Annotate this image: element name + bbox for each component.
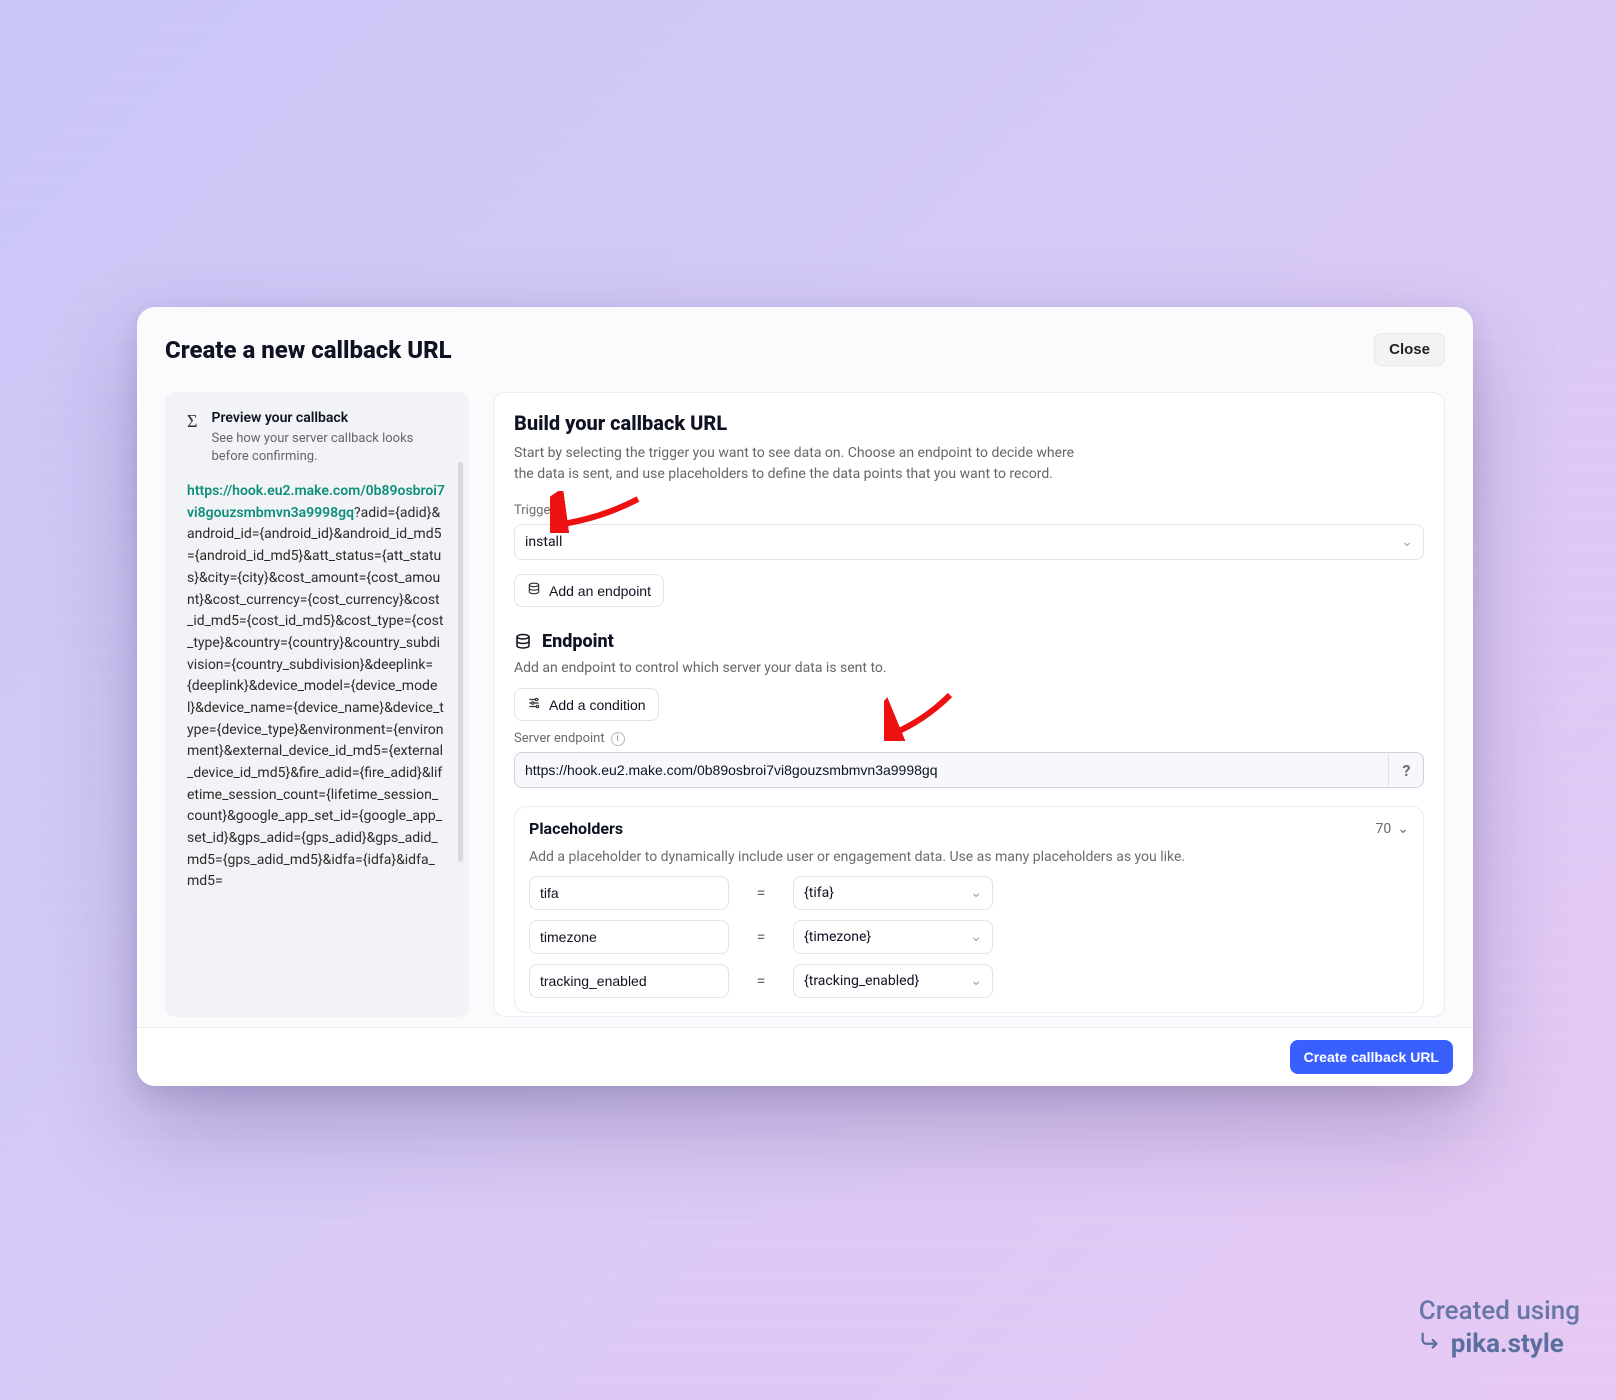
info-icon[interactable]: i [611,732,625,746]
chevron-down-icon: ⌄ [970,929,982,945]
preview-url[interactable]: https://hook.eu2.make.com/0b89osbroi7vi8… [187,481,451,893]
placeholder-key-input[interactable] [529,964,729,998]
scrollbar[interactable] [458,462,463,862]
add-condition-button[interactable]: Add a condition [514,688,659,721]
placeholder-value-select[interactable]: {tracking_enabled} ⌄ [793,964,993,998]
help-button[interactable]: ? [1388,752,1424,788]
modal-footer: Create callback URL [137,1027,1473,1086]
endpoint-sub: Add an endpoint to control which server … [514,660,1424,676]
add-condition-label: Add a condition [549,697,646,713]
trigger-value: install [525,534,562,550]
build-heading: Build your callback URL [514,411,1424,435]
chevron-down-icon: ⌄ [970,885,982,901]
equals-label: = [747,971,775,990]
trigger-label: Trigger [514,503,1424,518]
page-title: Create a new callback URL [165,336,452,364]
placeholders-panel: Placeholders 70 ⌄ Add a placeholder to d… [514,806,1424,1013]
placeholder-row: = {timezone} ⌄ [529,920,1409,954]
equals-label: = [747,883,775,902]
placeholder-key-input[interactable] [529,876,729,910]
create-callback-button[interactable]: Create callback URL [1290,1040,1453,1074]
placeholders-help: Add a placeholder to dynamically include… [529,848,1409,868]
placeholder-value-select[interactable]: {tifa} ⌄ [793,876,993,910]
build-lede: Start by selecting the trigger you want … [514,443,1084,485]
placeholder-row: = {tracking_enabled} ⌄ [529,964,1409,998]
placeholder-key-input[interactable] [529,920,729,954]
build-panel: Build your callback URL Start by selecti… [493,392,1445,1017]
preview-title: Preview your callback [211,410,441,426]
placeholders-count-toggle[interactable]: 70 ⌄ [1376,821,1409,837]
placeholder-value-select[interactable]: {timezone} ⌄ [793,920,993,954]
watermark: Created using pika.style [1419,1295,1580,1360]
trigger-select[interactable]: install ⌄ [514,524,1424,560]
chevron-down-icon: ⌄ [1401,534,1413,550]
chevron-down-icon: ⌄ [970,973,982,989]
modal: Create a new callback URL Close Σ Previe… [137,307,1473,1086]
placeholder-row: = {tifa} ⌄ [529,876,1409,910]
chevron-down-icon: ⌄ [1397,821,1409,837]
watermark-created: Created using [1419,1295,1580,1328]
callback-preview-panel: Σ Preview your callback See how your ser… [165,392,469,1017]
close-button[interactable]: Close [1374,333,1445,366]
modal-header: Create a new callback URL Close [137,307,1473,366]
return-arrow-icon [1419,1328,1441,1361]
equals-label: = [747,927,775,946]
watermark-brand: pika.style [1451,1328,1564,1361]
sliders-icon [527,696,541,713]
placeholders-heading: Placeholders [529,819,623,838]
sigma-icon: Σ [187,412,197,465]
preview-query: ?adid={adid}&android_id={android_id}&and… [187,505,444,890]
database-icon [514,633,532,651]
preview-subtitle: See how your server callback looks befor… [211,430,441,465]
add-endpoint-button[interactable]: Add an endpoint [514,574,664,607]
endpoint-heading: Endpoint [542,631,614,652]
database-icon [527,582,541,599]
add-endpoint-label: Add an endpoint [549,583,651,599]
server-endpoint-input[interactable] [514,752,1424,788]
server-endpoint-label: Server endpoint [514,731,605,746]
